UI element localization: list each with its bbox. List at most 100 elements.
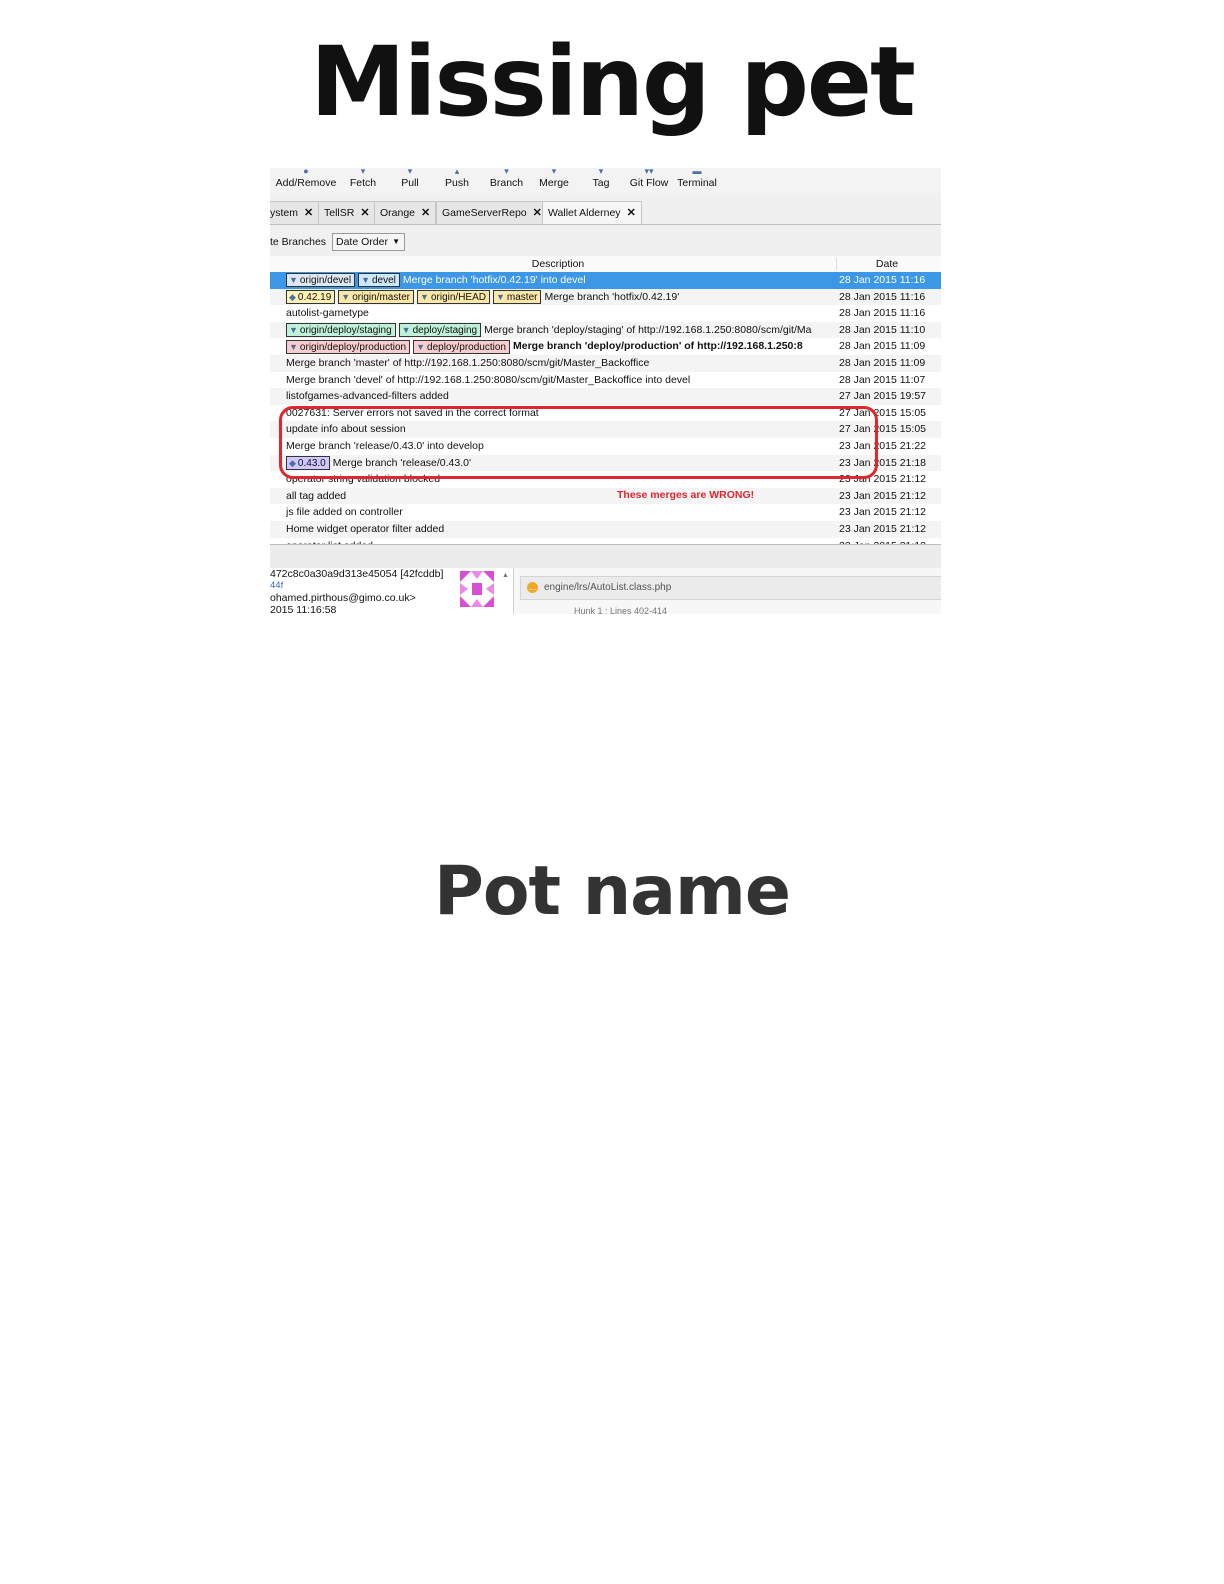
- commit-description: js file added on controller: [286, 506, 403, 519]
- wrong-merges-annotation: These merges are WRONG!: [617, 489, 755, 501]
- close-icon[interactable]: ✕: [304, 207, 313, 219]
- push-button[interactable]: ▴ Push: [443, 168, 471, 193]
- tag-button[interactable]: ▾ Tag: [590, 168, 612, 193]
- description-column-header[interactable]: Description: [280, 258, 836, 270]
- scroll-up-arrow[interactable]: ▲: [502, 572, 509, 579]
- branch-button[interactable]: ▾ Branch: [488, 168, 525, 193]
- commit-log: Description Date ▼ origin/devel ▼ devel Merg…: [270, 256, 941, 544]
- branches-filter-label: te Branches: [270, 236, 327, 248]
- date-order-select[interactable]: Date Order ▼: [332, 233, 405, 251]
- branch-icon: ▼: [420, 291, 429, 302]
- file-modified-icon: …: [527, 581, 538, 593]
- commit-row[interactable]: ▼ origin/deploy/production ▼ deploy/product…: [270, 338, 941, 355]
- ref-label[interactable]: ▼ deploy/production: [413, 339, 510, 354]
- close-icon[interactable]: ✕: [360, 207, 369, 219]
- log-header: Description Date: [270, 256, 941, 273]
- ref-label[interactable]: ▼ origin/devel: [286, 273, 356, 288]
- close-icon[interactable]: ✕: [533, 207, 542, 219]
- tag-icon: ◆: [289, 291, 296, 302]
- branch-icon: ▼: [361, 275, 370, 286]
- commit-date: 28 Jan 2015 11:16: [839, 307, 926, 320]
- commit-description: Merge branch 'master' of http://192.168.…: [286, 356, 650, 369]
- git-flow-icon: ▾▾: [644, 168, 654, 176]
- tab-orange[interactable]: Orange ✕: [374, 201, 437, 224]
- repo-tab-bar: ystem ✕ TellSR ✕ Orange ✕ GameServerRepo ✕ W…: [270, 200, 941, 225]
- commit-date: 28 Jan 2015 11:07: [839, 373, 926, 386]
- git-flow-button[interactable]: ▾▾ Git Flow: [628, 168, 670, 193]
- ref-label[interactable]: ▼ deploy/staging: [398, 323, 482, 337]
- date-column-header[interactable]: Date: [836, 258, 937, 270]
- commit-date: 23 Jan 2015 21:12: [839, 506, 926, 519]
- push-icon: ▴: [454, 168, 460, 176]
- page-title: Missing pet: [310, 26, 916, 138]
- wrong-merges-highlight: [279, 406, 878, 479]
- commit-date: 23 Jan 2015 21:12: [839, 522, 926, 535]
- commit-row[interactable]: Merge branch 'devel' of http://192.168.1…: [270, 372, 941, 389]
- close-icon[interactable]: ✕: [421, 207, 430, 219]
- commit-row[interactable]: ▼ origin/devel ▼ devel Merge branch 'hotfix/…: [270, 272, 941, 289]
- commit-row[interactable]: Home widget operator filter added 23 Jan …: [270, 520, 941, 538]
- branch-icon: ▼: [495, 291, 505, 302]
- commit-row[interactable]: listofgames-advanced-filters added 27 Jan…: [270, 388, 941, 405]
- branch-icon: ▾: [504, 168, 509, 176]
- commit-row[interactable]: js file added on controller 23 Jan 2015 2…: [270, 504, 941, 521]
- commit-row[interactable]: Merge branch 'master' of http://192.168.…: [270, 354, 941, 372]
- commit-description: ▼ origin/devel ▼ devel Merge branch 'hotfix/…: [286, 272, 830, 289]
- commit-date: 28 Jan 2015 11:10: [839, 323, 926, 336]
- tab-wallet-alderney[interactable]: Wallet Alderney ✕: [542, 201, 642, 224]
- pull-icon: ▾: [407, 168, 413, 176]
- pane-splitter[interactable]: [270, 544, 941, 569]
- commit-row[interactable]: all tag added 23 Jan 2015 21:12: [270, 487, 941, 505]
- avatar: [460, 571, 494, 607]
- branch-icon: ▼: [416, 341, 426, 352]
- add-remove-icon: ●: [303, 168, 309, 176]
- page-subtitle: Pot name: [433, 852, 791, 931]
- ref-label[interactable]: ▼ devel: [358, 273, 400, 288]
- ref-label[interactable]: ▼ origin/deploy/staging: [286, 323, 396, 337]
- chevron-down-icon: ▼: [392, 237, 400, 246]
- sourcetree-screenshot: ● Add/Remove ▾ Fetch ▾ Pull ▴ Push ▾ Branch ▾…: [270, 168, 941, 614]
- terminal-button[interactable]: ▬ Terminal: [675, 168, 719, 193]
- commit-description: ▼ origin/deploy/production ▼ deploy/product…: [286, 338, 830, 355]
- branch-icon: ▼: [341, 291, 351, 302]
- ref-label[interactable]: ▼ origin/master: [338, 289, 415, 304]
- commit-description: autolist-gametype: [286, 307, 369, 320]
- ref-label[interactable]: ◆ 0.42.19: [286, 289, 336, 304]
- tab-system[interactable]: ystem ✕: [270, 201, 320, 224]
- diff-pane: … engine/lrs/AutoList.class.php Hunk 1 : …: [513, 568, 941, 614]
- branch-icon: ▼: [289, 341, 298, 352]
- hunk-header: Hunk 1 : Lines 402-414: [574, 606, 668, 614]
- diff-file-header: … engine/lrs/AutoList.class.php: [520, 576, 941, 600]
- commit-date: 23 Jan 2015 21:12: [839, 489, 926, 502]
- merge-icon: ▾: [551, 168, 557, 176]
- commit-row[interactable]: ▼ origin/deploy/staging ▼ deploy/staging Mer…: [270, 321, 941, 339]
- commit-date: 27 Jan 2015 19:57: [839, 390, 926, 403]
- commit-row[interactable]: ◆ 0.42.19 ▼ origin/master ▼ origin/HEAD ▼ maste…: [270, 288, 941, 306]
- add-remove-button[interactable]: ● Add/Remove: [273, 168, 339, 193]
- tab-tellsr[interactable]: TellSR ✕: [318, 201, 376, 224]
- commit-description: Home widget operator filter added: [286, 522, 445, 535]
- branch-icon: ▼: [289, 325, 298, 335]
- filter-bar: te Branches Date Order ▼: [270, 230, 941, 254]
- ref-label[interactable]: ▼ origin/HEAD: [417, 289, 490, 304]
- commit-description: Merge branch 'devel' of http://192.168.1…: [286, 373, 691, 386]
- commit-date: 28 Jan 2015 11:09: [839, 340, 926, 353]
- merge-button[interactable]: ▾ Merge: [537, 168, 571, 193]
- pull-button[interactable]: ▾ Pull: [397, 168, 423, 193]
- commit-date: 28 Jan 2015 11:16: [839, 274, 926, 286]
- commit-description: ◆ 0.42.19 ▼ origin/master ▼ origin/HEAD ▼ maste…: [286, 289, 830, 306]
- branch-icon: ▼: [401, 325, 411, 335]
- commit-row[interactable]: autolist-gametype 28 Jan 2015 11:16: [270, 305, 941, 322]
- fetch-icon: ▾: [360, 168, 366, 176]
- close-icon[interactable]: ✕: [627, 207, 636, 219]
- tag-icon: ▾: [598, 168, 604, 176]
- tab-gameserverrepo[interactable]: GameServerRepo ✕: [436, 201, 548, 224]
- fetch-button[interactable]: ▾ Fetch: [346, 168, 380, 193]
- ref-label[interactable]: ▼ origin/deploy/production: [286, 339, 411, 354]
- commit-description: listofgames-advanced-filters added: [286, 390, 449, 403]
- terminal-icon: ▬: [692, 168, 702, 176]
- toolbar: ● Add/Remove ▾ Fetch ▾ Pull ▴ Push ▾ Branch ▾…: [270, 168, 941, 193]
- ref-label[interactable]: ▼ master: [492, 289, 542, 304]
- branch-icon: ▼: [289, 275, 298, 286]
- commit-date: 28 Jan 2015 11:09: [839, 356, 926, 369]
